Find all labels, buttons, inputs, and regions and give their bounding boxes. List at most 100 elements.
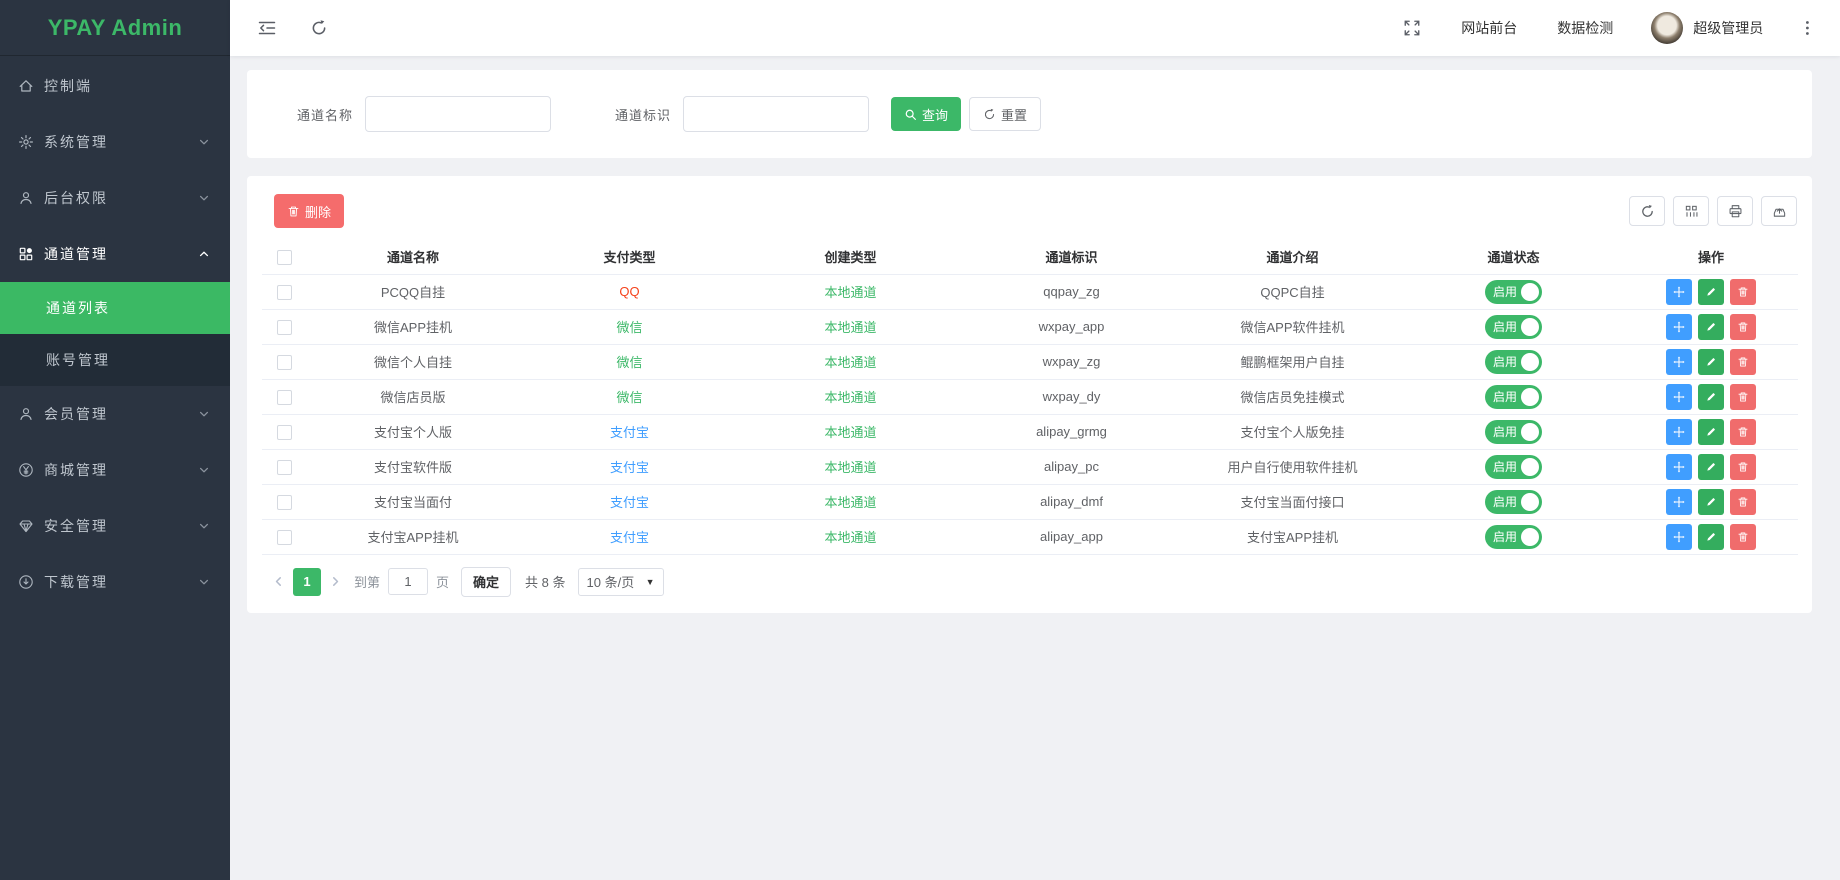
chevron-down-icon xyxy=(198,520,210,532)
row-checkbox[interactable] xyxy=(277,460,292,475)
sidebar-item-1[interactable]: 控制端 xyxy=(0,58,230,114)
sidebar-item-7[interactable]: 安全管理 xyxy=(0,498,230,554)
delete-button-label: 删除 xyxy=(305,202,331,221)
fullscreen-icon[interactable] xyxy=(1403,19,1421,37)
status-toggle[interactable]: 启用 xyxy=(1485,490,1542,514)
delete-row-button[interactable] xyxy=(1730,314,1756,340)
search-button-label: 查询 xyxy=(922,105,948,124)
delete-row-button[interactable] xyxy=(1730,454,1756,480)
table-row: 支付宝当面付支付宝本地通道alipay_dmf支付宝当面付接口启用 xyxy=(262,484,1798,519)
app-logo: YPAY Admin xyxy=(0,0,230,56)
next-page-button[interactable] xyxy=(323,575,348,588)
edit-button[interactable] xyxy=(1698,349,1724,375)
edit-button[interactable] xyxy=(1698,314,1724,340)
sidebar-item-8[interactable]: 下载管理 xyxy=(0,554,230,610)
select-all-checkbox[interactable] xyxy=(277,250,292,265)
delete-row-button[interactable] xyxy=(1730,419,1756,445)
column-header-4: 通道标识 xyxy=(961,240,1182,274)
sidebar-item-label: 控制端 xyxy=(44,76,210,96)
username[interactable]: 超级管理员 xyxy=(1693,18,1763,38)
channel-code-input[interactable] xyxy=(683,96,869,132)
row-checkbox[interactable] xyxy=(277,320,292,335)
sort-button[interactable] xyxy=(1666,279,1692,305)
toggle-knob xyxy=(1521,423,1539,441)
row-checkbox[interactable] xyxy=(277,355,292,370)
column-filter-button[interactable] xyxy=(1673,196,1709,226)
refresh-page-icon[interactable] xyxy=(310,19,328,37)
status-toggle[interactable]: 启用 xyxy=(1485,455,1542,479)
nav-site-frontend[interactable]: 网站前台 xyxy=(1461,18,1517,38)
column-header-1: 通道名称 xyxy=(307,240,519,274)
sidebar-item-5[interactable]: 会员管理 xyxy=(0,386,230,442)
row-checkbox[interactable] xyxy=(277,495,292,510)
delete-row-button[interactable] xyxy=(1730,279,1756,305)
cell-status: 启用 xyxy=(1403,449,1624,484)
table-refresh-button[interactable] xyxy=(1629,196,1665,226)
sidebar-item-4[interactable]: 通道管理 xyxy=(0,226,230,282)
sidebar: YPAY Admin 控制端系统管理后台权限通道管理通道列表账号管理会员管理商城… xyxy=(0,0,230,880)
status-toggle[interactable]: 启用 xyxy=(1485,280,1542,304)
channel-name-input[interactable] xyxy=(365,96,551,132)
row-checkbox[interactable] xyxy=(277,530,292,545)
status-toggle[interactable]: 启用 xyxy=(1485,385,1542,409)
row-checkbox[interactable] xyxy=(277,285,292,300)
prev-page-button[interactable] xyxy=(266,575,291,588)
goto-page-prefix: 到第 xyxy=(354,572,380,591)
sidebar-subitem-2[interactable]: 账号管理 xyxy=(0,334,230,386)
delete-row-button[interactable] xyxy=(1730,524,1756,550)
avatar[interactable] xyxy=(1651,12,1683,44)
cell-create-type: 本地通道 xyxy=(740,274,961,309)
sort-button[interactable] xyxy=(1666,384,1692,410)
delete-row-button[interactable] xyxy=(1730,489,1756,515)
table-header-row: 通道名称支付类型创建类型通道标识通道介绍通道状态操作 xyxy=(262,240,1798,274)
row-checkbox[interactable] xyxy=(277,390,292,405)
edit-button[interactable] xyxy=(1698,279,1724,305)
edit-button[interactable] xyxy=(1698,489,1724,515)
status-label: 启用 xyxy=(1493,496,1517,508)
cell-actions xyxy=(1624,379,1798,414)
sort-button[interactable] xyxy=(1666,349,1692,375)
row-checkbox[interactable] xyxy=(277,425,292,440)
page-size-select[interactable]: 10 条/页 ▼ xyxy=(578,568,664,596)
edit-button[interactable] xyxy=(1698,524,1724,550)
channel-name-label: 通道名称 xyxy=(297,105,353,124)
export-button[interactable] xyxy=(1761,196,1797,226)
status-toggle[interactable]: 启用 xyxy=(1485,420,1542,444)
sort-button[interactable] xyxy=(1666,314,1692,340)
column-header-6: 通道状态 xyxy=(1403,240,1624,274)
cell-channel-intro: 支付宝APP挂机 xyxy=(1182,519,1403,554)
confirm-page-button[interactable]: 确定 xyxy=(461,567,511,597)
search-button[interactable]: 查询 xyxy=(891,97,961,131)
cell-channel-intro: 鲲鹏框架用户自挂 xyxy=(1182,344,1403,379)
print-button[interactable] xyxy=(1717,196,1753,226)
status-toggle[interactable]: 启用 xyxy=(1485,350,1542,374)
sort-button[interactable] xyxy=(1666,524,1692,550)
sidebar-item-2[interactable]: 系统管理 xyxy=(0,114,230,170)
more-menu-icon[interactable] xyxy=(1805,20,1810,36)
topbar: 网站前台 数据检测 超级管理员 xyxy=(230,0,1840,56)
nav-data-check[interactable]: 数据检测 xyxy=(1557,18,1613,38)
download-icon xyxy=(18,574,34,590)
chevron-down-icon: ▼ xyxy=(646,577,655,587)
delete-button[interactable]: 删除 xyxy=(274,194,344,228)
sidebar-collapse-icon[interactable] xyxy=(258,19,276,37)
delete-row-button[interactable] xyxy=(1730,349,1756,375)
goto-page-input[interactable] xyxy=(388,568,428,595)
reset-button[interactable]: 重置 xyxy=(969,97,1041,131)
sidebar-subitem-1[interactable]: 通道列表 xyxy=(0,282,230,334)
edit-button[interactable] xyxy=(1698,384,1724,410)
cell-actions xyxy=(1624,414,1798,449)
cell-select xyxy=(262,519,307,554)
status-toggle[interactable]: 启用 xyxy=(1485,315,1542,339)
sidebar-item-3[interactable]: 后台权限 xyxy=(0,170,230,226)
page-1-button[interactable]: 1 xyxy=(293,568,321,596)
sort-button[interactable] xyxy=(1666,419,1692,445)
cell-channel-name: 支付宝APP挂机 xyxy=(307,519,519,554)
edit-button[interactable] xyxy=(1698,454,1724,480)
status-toggle[interactable]: 启用 xyxy=(1485,525,1542,549)
edit-button[interactable] xyxy=(1698,419,1724,445)
sort-button[interactable] xyxy=(1666,454,1692,480)
delete-row-button[interactable] xyxy=(1730,384,1756,410)
sort-button[interactable] xyxy=(1666,489,1692,515)
sidebar-item-6[interactable]: 商城管理 xyxy=(0,442,230,498)
